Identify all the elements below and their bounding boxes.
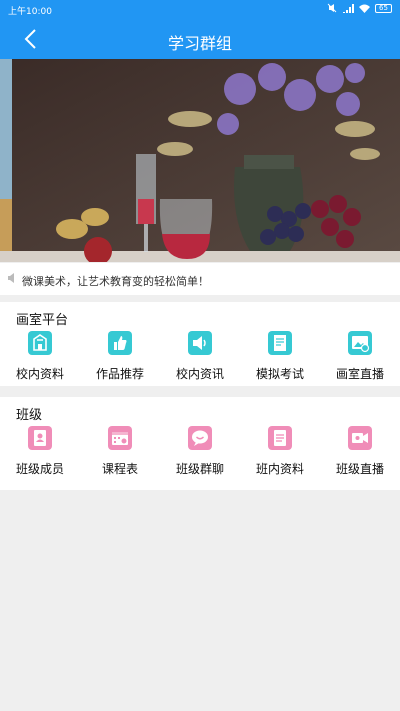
grid-item-class-chat[interactable]: 班级群聊 [160,424,240,482]
speaker-icon [8,273,14,283]
grid-item-school-news[interactable]: 校内资讯 [160,329,240,387]
still-life-painting [0,59,400,262]
live-image-icon [348,331,372,355]
mute-icon [327,3,337,13]
grid-item-label: 画室直播 [335,367,384,381]
page-title: 学习群组 [167,34,232,53]
class-section: 班级 班级成员 课程表 班级群聊 班内资料 班级直播 [0,397,400,490]
grid-item-label: 作品推荐 [95,367,144,381]
battery-icon: 65 [375,3,392,13]
grid-item-class-live[interactable]: 班级直播 [320,424,400,482]
calendar-icon [108,426,132,450]
wifi-icon [359,4,370,13]
platform-grid: 校内资料 作品推荐 校内资讯 模拟考试 画室直播 [0,329,400,387]
speaker-icon [188,331,212,355]
grid-item-studio-live[interactable]: 画室直播 [320,329,400,387]
class-grid: 班级成员 课程表 班级群聊 班内资料 班级直播 [0,424,400,482]
status-time: 上午10:00 [8,7,52,17]
app-header: 上午10:00 65 学习群组 [0,0,400,59]
grid-item-class-members[interactable]: 班级成员 [0,424,80,482]
exam-icon [268,331,292,355]
status-bar: 上午10:00 65 [0,0,400,20]
status-icons: 65 [327,3,392,13]
grid-item-label: 课程表 [101,462,138,476]
contacts-icon [28,426,52,450]
banner-image[interactable] [0,59,400,262]
grid-item-label: 模拟考试 [255,367,304,381]
notice-text: 微课美术，让艺术教育变的轻松简单！ [22,275,209,288]
grid-item-label: 班级直播 [335,462,384,476]
thumbs-up-icon [108,331,132,355]
grid-item-label: 班内资料 [255,462,304,476]
section-title: 画室平台 [16,313,69,328]
grid-item-school-materials[interactable]: 校内资料 [0,329,80,387]
signal-icon [343,3,354,13]
grid-item-works-recommend[interactable]: 作品推荐 [80,329,160,387]
grid-item-label: 校内资料 [15,367,64,381]
school-icon [28,331,52,355]
document-icon [268,426,292,450]
notice-bar[interactable]: 微课美术，让艺术教育变的轻松简单！ [0,263,400,295]
chat-icon [188,426,212,450]
grid-item-label: 校内资讯 [175,367,224,381]
grid-item-mock-exam[interactable]: 模拟考试 [240,329,320,387]
grid-item-class-materials[interactable]: 班内资料 [240,424,320,482]
studio-platform-section: 画室平台 校内资料 作品推荐 校内资讯 模拟考试 画室直播 [0,302,400,386]
video-icon [348,426,372,450]
grid-item-schedule[interactable]: 课程表 [80,424,160,482]
grid-item-label: 班级成员 [15,462,64,476]
section-title: 班级 [16,408,43,423]
grid-item-label: 班级群聊 [175,462,224,476]
